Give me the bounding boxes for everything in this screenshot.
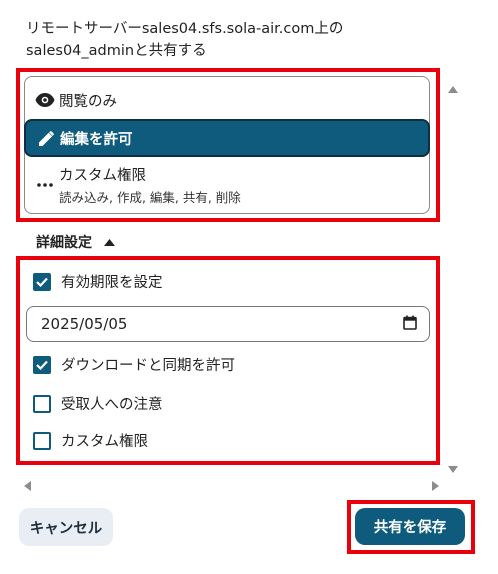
advanced-settings-toggle[interactable]: 詳細設定 (36, 232, 115, 252)
calendar-icon[interactable] (403, 315, 417, 334)
note-to-recipient-option[interactable]: 受取人への注意 (33, 393, 163, 414)
permission-view-only-label: 閲覧のみ (59, 93, 117, 110)
custom-permissions-option[interactable]: カスタム権限 (33, 430, 148, 451)
scroll-up-arrow-icon[interactable] (448, 78, 458, 97)
scroll-down-arrow-icon[interactable] (448, 458, 458, 477)
permission-allow-edit[interactable]: 編集を許可 (26, 121, 428, 155)
permission-view-only[interactable]: 閲覧のみ (25, 83, 429, 117)
scroll-left-arrow-icon[interactable] (24, 476, 31, 495)
permission-custom-sublabel: 読み込み, 作成, 編集, 共有, 削除 (59, 190, 241, 205)
custom-permissions-label: カスタム権限 (61, 434, 148, 450)
expiration-date-value: 2025/05/05 (41, 315, 128, 333)
permission-custom-label: カスタム権限 (59, 168, 146, 184)
allow-download-sync-label: ダウンロードと同期を許可 (61, 358, 235, 374)
expiration-date-input[interactable]: 2025/05/05 (26, 306, 430, 342)
eye-icon (31, 93, 59, 107)
set-expiration-label: 有効期限を設定 (61, 275, 163, 291)
allow-download-sync-option[interactable]: ダウンロードと同期を許可 (33, 354, 235, 375)
permission-custom[interactable]: カスタム権限 読み込み, 作成, 編集, 共有, 削除 (25, 161, 429, 209)
caret-up-icon (104, 234, 115, 250)
allow-download-sync-checkbox[interactable] (33, 355, 51, 374)
share-description: リモートサーバーsales04.sfs.sola-air.com上のsales0… (26, 21, 344, 59)
permission-menu: 閲覧のみ 編集を許可 カスタム権限 読み込み, 作成, 編集, 共有, 削除 (24, 76, 430, 214)
note-to-recipient-label: 受取人への注意 (61, 397, 163, 413)
save-share-button[interactable]: 共有を保存 (355, 508, 465, 545)
cancel-button[interactable]: キャンセル (19, 508, 113, 546)
custom-permissions-checkbox[interactable] (33, 431, 51, 450)
permission-allow-edit-label: 編集を許可 (60, 131, 133, 148)
note-to-recipient-checkbox[interactable] (33, 394, 51, 413)
more-icon (31, 183, 59, 187)
advanced-settings-label: 詳細設定 (36, 235, 92, 251)
scroll-right-arrow-icon[interactable] (432, 476, 439, 495)
pencil-icon (32, 130, 60, 147)
set-expiration-option[interactable]: 有効期限を設定 (33, 271, 163, 292)
set-expiration-checkbox[interactable] (33, 272, 51, 291)
